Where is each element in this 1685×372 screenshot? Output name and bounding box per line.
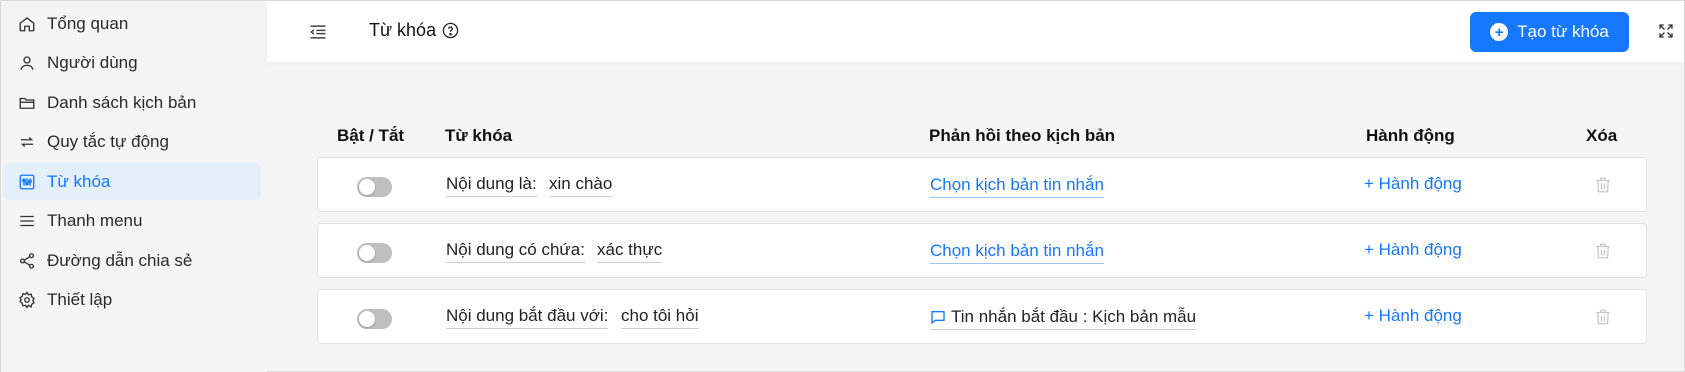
sidebar-item-menu-bar[interactable]: Thanh menu — [3, 202, 261, 239]
fullscreen-icon[interactable] — [1657, 22, 1675, 40]
help-icon[interactable] — [442, 22, 459, 39]
choose-script-link[interactable]: Chọn kịch bản tin nhắn — [930, 241, 1104, 264]
keyword-value[interactable]: cho tôi hỏi — [621, 306, 699, 329]
enable-toggle[interactable] — [357, 309, 392, 329]
add-action-link[interactable]: + Hành động — [1364, 174, 1462, 194]
sidebar-item-share-links[interactable]: Đường dẫn chia sẻ — [3, 242, 261, 279]
keyword-condition: Nội dung bắt đầu với: — [446, 306, 609, 329]
sidebar: Tổng quan Người dùng Danh sách kịch bản … — [1, 1, 267, 372]
sidebar-item-label: Quy tắc tự động — [47, 131, 169, 151]
home-icon — [17, 14, 37, 34]
sidebar-item-users[interactable]: Người dùng — [3, 44, 261, 81]
table-row: Nội dung có chứa: xác thực Chọn kịch bản… — [317, 223, 1647, 278]
menu-collapse-icon[interactable] — [307, 21, 329, 43]
sidebar-item-label: Thiết lập — [47, 289, 113, 309]
sliders-icon — [17, 172, 37, 192]
sidebar-item-settings[interactable]: Thiết lập — [3, 281, 261, 318]
trash-icon[interactable] — [1594, 307, 1612, 327]
sidebar-item-label: Người dùng — [47, 52, 138, 72]
create-keyword-button[interactable]: + Tạo từ khóa — [1470, 12, 1629, 52]
trash-icon[interactable] — [1594, 175, 1612, 195]
keyword-condition: Nội dung là: — [446, 174, 537, 197]
sidebar-item-label: Từ khóa — [47, 171, 111, 191]
column-header-keyword: Từ khóa — [445, 126, 513, 145]
folder-icon — [17, 93, 37, 113]
add-action-link[interactable]: + Hành động — [1364, 306, 1462, 326]
keyword-value[interactable]: xác thực — [597, 240, 663, 263]
user-icon — [17, 53, 37, 73]
page-title: Từ khóa — [369, 20, 459, 41]
chat-bubble-icon — [930, 309, 946, 325]
table-row: Nội dung là: xin chào Chọn kịch bản tin … — [317, 157, 1647, 212]
menu-icon — [17, 211, 37, 231]
repeat-icon — [17, 132, 37, 152]
share-icon — [17, 251, 37, 271]
trash-icon[interactable] — [1594, 241, 1612, 261]
sidebar-item-label: Đường dẫn chia sẻ — [47, 250, 193, 270]
sidebar-item-keywords[interactable]: Từ khóa — [3, 163, 261, 200]
sidebar-item-label: Thanh menu — [47, 210, 143, 230]
create-keyword-label: Tạo từ khóa — [1517, 22, 1609, 41]
column-header-delete: Xóa — [1586, 126, 1618, 145]
add-action-link[interactable]: + Hành động — [1364, 240, 1462, 260]
keyword-condition: Nội dung có chứa: — [446, 240, 585, 263]
sidebar-item-label: Danh sách kịch bản — [47, 92, 197, 112]
sidebar-item-overview[interactable]: Tổng quan — [3, 5, 261, 42]
sidebar-item-label: Tổng quan — [47, 13, 129, 33]
gear-icon — [17, 290, 37, 310]
enable-toggle[interactable] — [357, 177, 392, 197]
column-header-reply: Phản hồi theo kịch bản — [929, 126, 1116, 145]
column-header-toggle: Bật / Tắt — [337, 126, 405, 145]
selected-script[interactable]: Tin nhắn bắt đầu : Kịch bản mẫu — [930, 307, 1197, 330]
plus-circle-icon: + — [1490, 23, 1509, 41]
selected-script-label: Tin nhắn bắt đầu : Kịch bản mẫu — [951, 307, 1197, 326]
keyword-value[interactable]: xin chào — [549, 174, 613, 197]
enable-toggle[interactable] — [357, 243, 392, 263]
page-title-text: Từ khóa — [369, 20, 437, 40]
column-header-action: Hành động — [1366, 126, 1455, 145]
table-row: Nội dung bắt đầu với: cho tôi hỏi Tin nh… — [317, 289, 1647, 344]
top-header: Từ khóa + Tạo từ khóa — [267, 1, 1684, 62]
sidebar-item-script-list[interactable]: Danh sách kịch bản — [3, 84, 261, 121]
choose-script-link[interactable]: Chọn kịch bản tin nhắn — [930, 175, 1104, 198]
sidebar-item-auto-rules[interactable]: Quy tắc tự động — [3, 123, 261, 160]
